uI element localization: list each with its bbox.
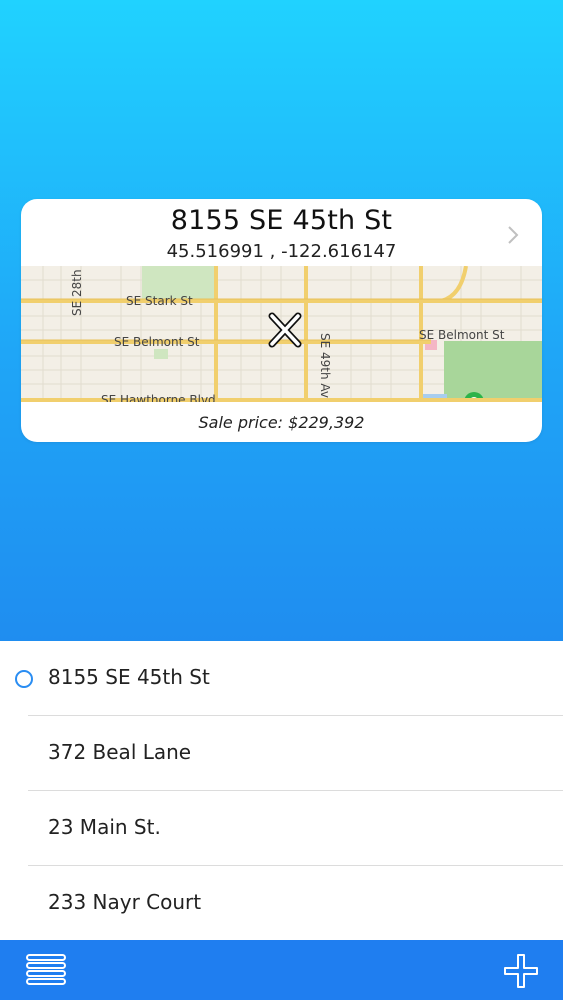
- sale-price: Sale price: $229,392: [198, 413, 365, 432]
- list-item-label: 372 Beal Lane: [48, 740, 192, 764]
- map-label-se-belmont-east: SE Belmont St: [419, 328, 505, 342]
- property-address: 8155 SE 45th St: [170, 205, 393, 236]
- menu-icon[interactable]: [26, 953, 66, 987]
- list-item[interactable]: 8155 SE 45th St: [0, 641, 563, 716]
- list-item[interactable]: 233 Nayr Court: [0, 866, 563, 941]
- list-item-label: 23 Main St.: [48, 815, 161, 839]
- selected-indicator-icon: [15, 670, 33, 688]
- property-coordinates: 45.516991 , -122.616147: [166, 241, 397, 262]
- map-label-se-49th: SE 49th Av: [318, 333, 332, 398]
- map-label-se-hawthorne: SE Hawthorne Blvd: [101, 393, 216, 402]
- map-label-se-28th: SE 28th: [70, 269, 84, 316]
- list-item[interactable]: 372 Beal Lane: [0, 716, 563, 791]
- map-label-se-stark: SE Stark St: [126, 294, 193, 308]
- map-label-se-belmont-west: SE Belmont St: [114, 335, 200, 349]
- list-item[interactable]: 23 Main St.: [0, 791, 563, 866]
- list-item-label: 8155 SE 45th St: [48, 665, 210, 689]
- bottom-toolbar: [0, 940, 563, 1000]
- plus-icon[interactable]: [504, 954, 538, 988]
- chevron-right-icon[interactable]: [506, 225, 520, 245]
- property-card[interactable]: 8155 SE 45th St 45.516991 , -122.616147: [21, 199, 542, 442]
- map-view[interactable]: SE Stark St SE Belmont St SE Belmont St …: [21, 266, 542, 402]
- address-list: 8155 SE 45th St 372 Beal Lane 23 Main St…: [0, 641, 563, 940]
- list-item-label: 233 Nayr Court: [48, 890, 202, 914]
